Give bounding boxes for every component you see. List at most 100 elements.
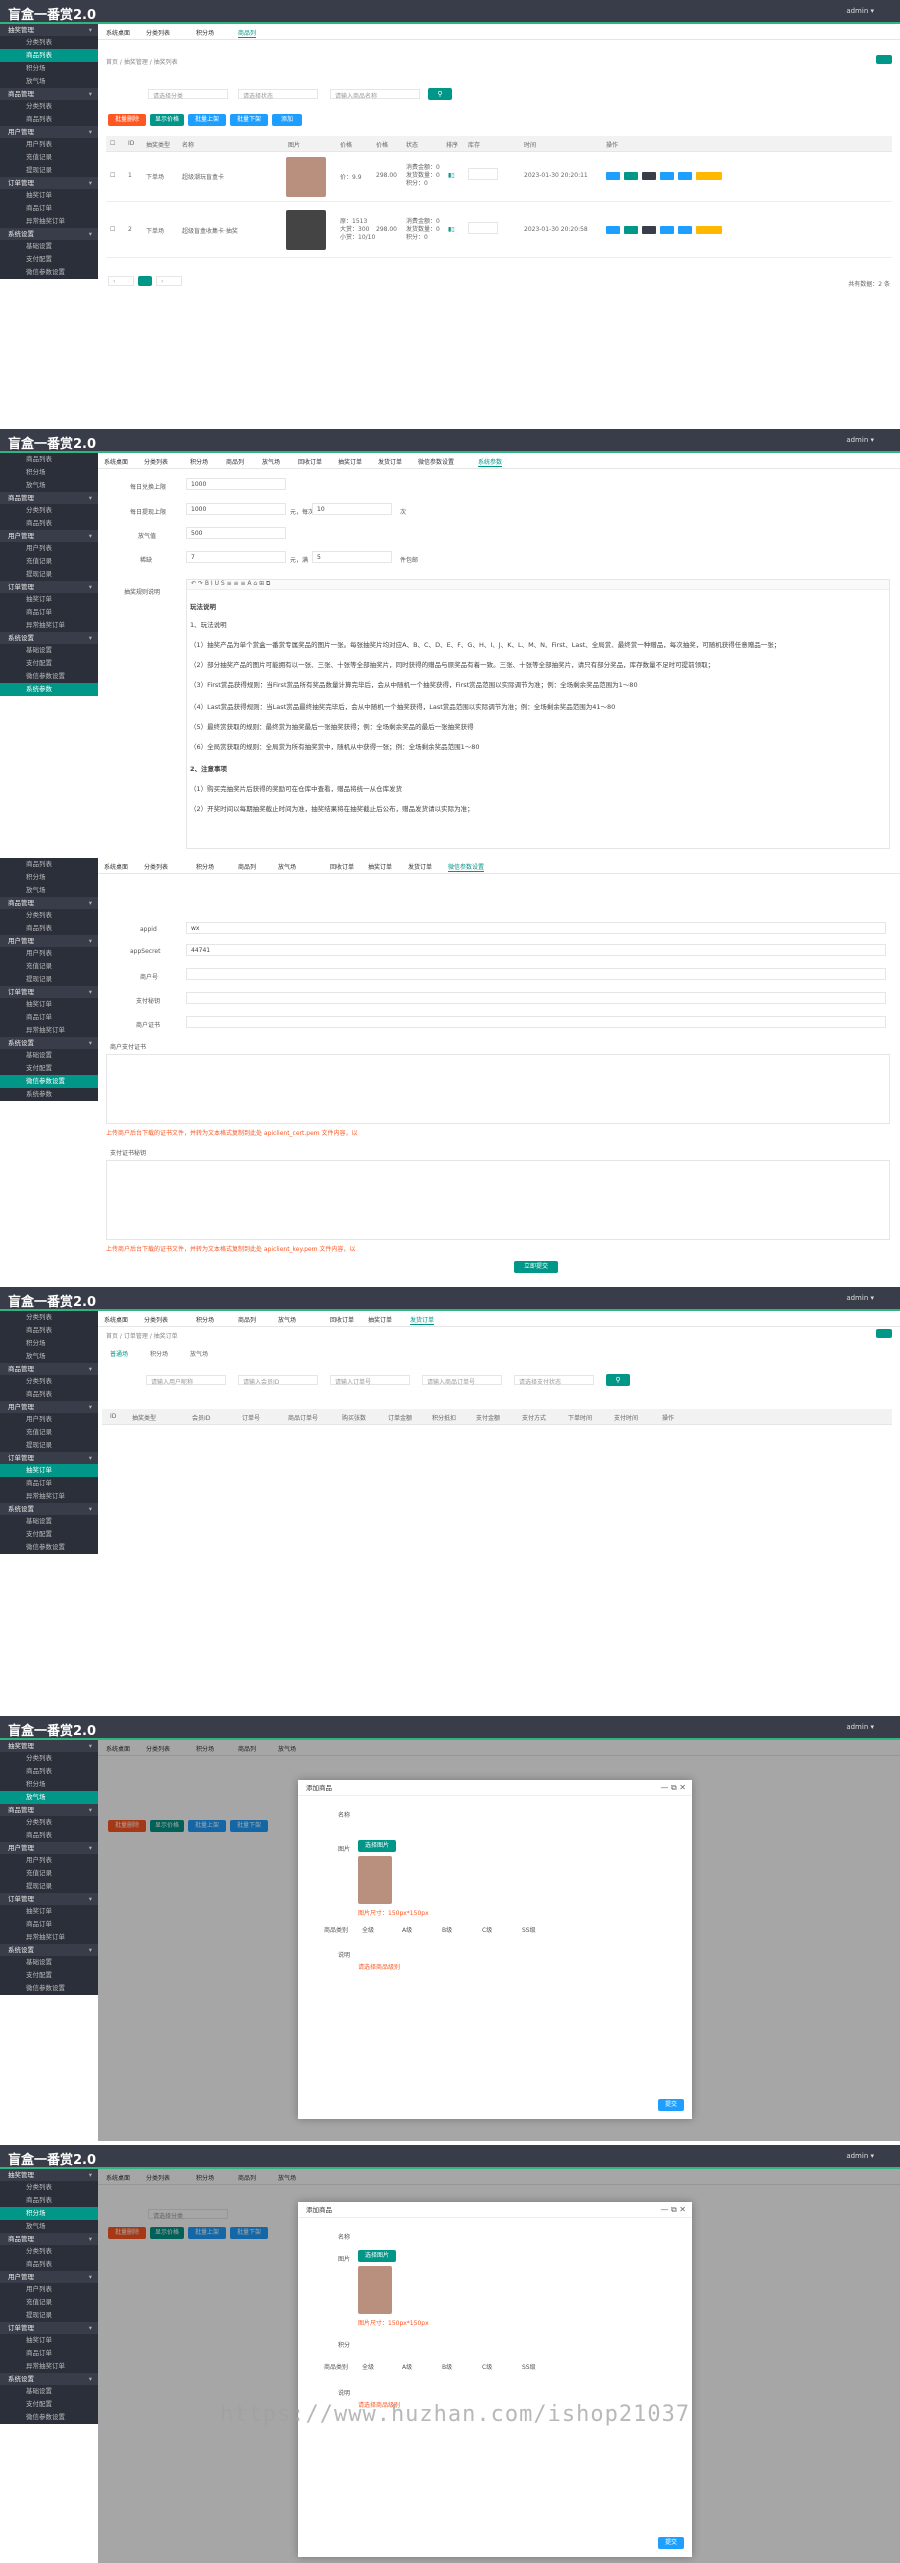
nav-item[interactable]: 积分场 bbox=[0, 466, 98, 479]
nav-group-goods[interactable]: 商品管理 bbox=[0, 1363, 98, 1375]
admin-menu[interactable]: admin ▾ bbox=[846, 2152, 874, 2160]
tab[interactable]: 抽奖订单 bbox=[368, 862, 392, 871]
tab[interactable]: 回收订单 bbox=[330, 1315, 354, 1324]
pager-page-1[interactable] bbox=[138, 276, 152, 286]
tab-active[interactable]: 商品列 bbox=[238, 28, 257, 38]
rank-option[interactable]: C级 bbox=[482, 2362, 492, 2371]
nav-item[interactable]: 基础设置 bbox=[0, 240, 98, 253]
view-button[interactable] bbox=[660, 226, 674, 234]
gas-value-input[interactable]: 500 bbox=[186, 527, 286, 539]
withdraw-times-input[interactable]: 10 bbox=[312, 503, 392, 515]
nav-item[interactable]: 分类列表 bbox=[0, 909, 98, 922]
nav-item[interactable]: 充值记录 bbox=[0, 151, 98, 164]
tab[interactable]: 系统桌面 bbox=[104, 457, 128, 466]
tab[interactable]: 系统桌面 bbox=[104, 862, 128, 871]
nav-item[interactable]: 异常抽奖订单 bbox=[0, 619, 98, 632]
nav-item-active[interactable]: 放气场 bbox=[0, 1791, 98, 1804]
tab[interactable]: 微信参数设置 bbox=[418, 457, 454, 466]
nav-item-active[interactable]: 微信参数设置 bbox=[0, 1075, 98, 1088]
view-button[interactable] bbox=[660, 172, 674, 180]
search-button[interactable]: ⚲ bbox=[428, 88, 452, 100]
pager-next[interactable]: › bbox=[156, 276, 182, 286]
nav-item[interactable]: 微信参数设置 bbox=[0, 1982, 98, 1995]
nav-item[interactable]: 放气场 bbox=[0, 479, 98, 492]
nav-group-orders[interactable]: 订单管理 bbox=[0, 581, 98, 593]
tab[interactable]: 发货订单 bbox=[378, 457, 402, 466]
nav-item[interactable]: 用户列表 bbox=[0, 947, 98, 960]
refresh-button[interactable] bbox=[876, 55, 892, 64]
nav-item[interactable]: 放气场 bbox=[0, 75, 98, 88]
tab[interactable]: 放气场 bbox=[278, 1315, 296, 1324]
batch-online-button[interactable]: 批量上架 bbox=[188, 114, 226, 126]
nickname-input[interactable]: 请输入用户昵称 bbox=[146, 1375, 226, 1386]
nav-item[interactable]: 商品订单 bbox=[0, 202, 98, 215]
nav-item[interactable]: 商品列表 bbox=[0, 517, 98, 530]
subtab-active[interactable]: 普通场 bbox=[110, 1349, 128, 1358]
cert-url-input[interactable] bbox=[186, 1016, 886, 1028]
rank-option[interactable]: SS级 bbox=[522, 2362, 536, 2371]
nav-item[interactable]: 基础设置 bbox=[0, 1049, 98, 1062]
nav-item[interactable]: 支付配置 bbox=[0, 2398, 98, 2411]
nav-group-users[interactable]: 用户管理 bbox=[0, 935, 98, 947]
rank-option[interactable]: C级 bbox=[482, 1925, 492, 1934]
commit-button[interactable] bbox=[696, 226, 722, 234]
order-no-input[interactable]: 请输入订单号 bbox=[330, 1375, 410, 1386]
key-textarea[interactable] bbox=[106, 1160, 890, 1240]
admin-menu[interactable]: admin ▾ bbox=[846, 1294, 874, 1302]
nav-group-orders[interactable]: 订单管理 bbox=[0, 1452, 98, 1464]
nav-item[interactable]: 用户列表 bbox=[0, 1413, 98, 1426]
nav-item[interactable]: 分类列表 bbox=[0, 504, 98, 517]
choose-image-button[interactable]: 选择图片 bbox=[358, 2250, 396, 2262]
nav-item[interactable]: 充值记录 bbox=[0, 2296, 98, 2309]
nav-group-orders[interactable]: 订单管理 bbox=[0, 177, 98, 189]
nav-item[interactable]: 商品列表 bbox=[0, 2194, 98, 2207]
nav-item[interactable]: 商品列表 bbox=[0, 2258, 98, 2271]
copy-button[interactable] bbox=[624, 172, 638, 180]
nav-item[interactable]: 基础设置 bbox=[0, 1515, 98, 1528]
nav-item[interactable]: 放气场 bbox=[0, 884, 98, 897]
nav-item-active[interactable]: 抽奖订单 bbox=[0, 1464, 98, 1477]
shipping-input[interactable]: 7 bbox=[186, 551, 286, 563]
nav-group-goods[interactable]: 商品管理 bbox=[0, 492, 98, 504]
nav-item[interactable]: 异常抽奖订单 bbox=[0, 1024, 98, 1037]
tab[interactable]: 分类列表 bbox=[144, 862, 168, 871]
nav-item[interactable]: 商品列表 bbox=[0, 113, 98, 126]
nav-item[interactable]: 支付配置 bbox=[0, 1969, 98, 1982]
nav-group-users[interactable]: 用户管理 bbox=[0, 2271, 98, 2283]
tab[interactable]: 系统桌面 bbox=[104, 1315, 128, 1324]
nav-item[interactable]: 支付配置 bbox=[0, 1528, 98, 1541]
select-all-checkbox[interactable]: ☐ bbox=[110, 140, 115, 147]
goods-order-input[interactable]: 请输入商品订单号 bbox=[422, 1375, 502, 1386]
merchant-id-input[interactable] bbox=[186, 968, 886, 980]
tab[interactable]: 系统桌面 bbox=[106, 28, 130, 37]
choose-image-button[interactable]: 选择图片 bbox=[358, 1840, 396, 1852]
subtab[interactable]: 放气场 bbox=[190, 1349, 208, 1358]
close-icon[interactable]: — ⧉ ✕ bbox=[660, 2205, 686, 2215]
nav-item[interactable]: 提现记录 bbox=[0, 164, 98, 177]
batch-delete-button[interactable]: 批量删除 bbox=[108, 114, 146, 126]
nav-item[interactable]: 分类列表 bbox=[0, 100, 98, 113]
shipping-count-input[interactable]: 5 bbox=[312, 551, 392, 563]
status-select[interactable]: 请选择状态 bbox=[238, 89, 318, 100]
nav-item[interactable]: 提现记录 bbox=[0, 2309, 98, 2322]
nav-item[interactable]: 基础设置 bbox=[0, 2385, 98, 2398]
row-checkbox[interactable]: ☐ bbox=[110, 172, 115, 179]
nav-item[interactable]: 微信参数设置 bbox=[0, 266, 98, 279]
pay-key-input[interactable] bbox=[186, 992, 886, 1004]
offline-button[interactable] bbox=[642, 172, 656, 180]
nav-item[interactable]: 分类列表 bbox=[0, 1375, 98, 1388]
goods-button[interactable] bbox=[678, 226, 692, 234]
close-icon[interactable]: — ⧉ ✕ bbox=[660, 1783, 686, 1793]
admin-menu[interactable]: admin ▾ bbox=[846, 436, 874, 444]
tab[interactable]: 积分场 bbox=[196, 28, 214, 37]
category-select[interactable]: 请选择分类 bbox=[148, 89, 228, 100]
nav-group-system[interactable]: 系统设置 bbox=[0, 1944, 98, 1956]
nav-group-lottery[interactable]: 抽奖管理 bbox=[0, 2169, 98, 2181]
add-button[interactable]: 添加 bbox=[272, 114, 302, 126]
tab[interactable]: 放气场 bbox=[278, 862, 296, 871]
sort-input[interactable] bbox=[468, 222, 498, 234]
nav-item[interactable]: 支付配置 bbox=[0, 253, 98, 266]
search-input[interactable]: 请输入商品名称 bbox=[330, 89, 420, 100]
nav-item[interactable]: 基础设置 bbox=[0, 644, 98, 657]
tab[interactable]: 抽奖订单 bbox=[368, 1315, 392, 1324]
